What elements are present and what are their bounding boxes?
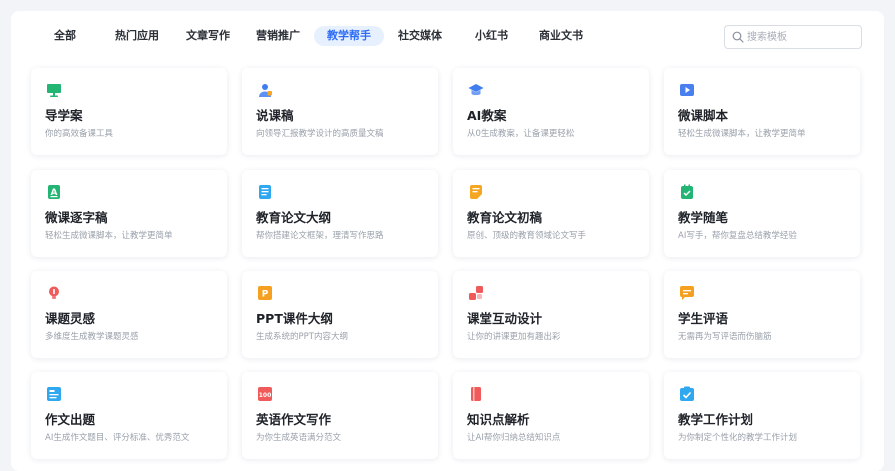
- template-card[interactable]: 课题灵感多维度生成教学课题灵感: [31, 271, 227, 358]
- card-description: 生成系统的PPT内容大纲: [256, 332, 348, 342]
- template-card[interactable]: 导学案你的高效备课工具: [31, 68, 227, 155]
- notebook-icon: [681, 184, 693, 199]
- presenter-icon: [259, 84, 272, 97]
- card-title: 微课逐字稿: [45, 210, 108, 225]
- card-title: 教育论文大纲: [256, 210, 332, 225]
- tab-marketing[interactable]: 营销推广: [243, 26, 313, 46]
- card-description: 从0生成教案，让备课更轻松: [467, 129, 575, 139]
- card-description: 无需再为写评语而伤脑筋: [678, 332, 772, 342]
- letter-a-doc-icon: A: [48, 185, 60, 199]
- template-card[interactable]: 课堂互动设计让你的讲课更加有趣出彩: [453, 271, 649, 358]
- tab-xiaohongshu[interactable]: 小红书: [462, 26, 521, 46]
- comment-icon: [680, 286, 694, 300]
- card-title: 知识点解析: [467, 412, 530, 427]
- card-title: 微课脚本: [678, 108, 729, 123]
- tab-social-media[interactable]: 社交媒体: [385, 26, 455, 46]
- svg-text:100: 100: [259, 392, 272, 399]
- ppt-icon: P: [258, 286, 272, 300]
- search-input[interactable]: [747, 26, 855, 48]
- card-description: 帮你搭建论文框架，理清写作思路: [256, 231, 384, 241]
- card-title: 课堂互动设计: [467, 311, 543, 326]
- template-panel: 全部 热门应用 文章写作 营销推广 教学帮手 社交媒体 小红书 商业文书 导学案…: [11, 11, 884, 471]
- template-card[interactable]: 知识点解析让AI帮你归纳总结知识点: [453, 372, 649, 459]
- card-description: 为你制定个性化的教学工作计划: [678, 433, 798, 443]
- card-description: AI生成作文题目、评分标准、优秀范文: [45, 433, 190, 443]
- card-description: AI写手，帮你复盘总结教学经验: [678, 231, 797, 241]
- card-title: 说课稿: [256, 108, 294, 123]
- template-card[interactable]: 教育论文大纲帮你搭建论文框架，理清写作思路: [242, 170, 438, 257]
- card-title: AI教案: [467, 108, 507, 123]
- interaction-blocks-icon: [469, 286, 483, 300]
- template-card[interactable]: 教学工作计划为你制定个性化的教学工作计划: [664, 372, 860, 459]
- card-title: 教育论文初稿: [467, 210, 543, 225]
- card-title: 作文出题: [45, 412, 96, 427]
- english-essay-icon: 100: [258, 387, 272, 401]
- svg-text:P: P: [262, 290, 269, 300]
- card-title: 教学随笔: [678, 210, 729, 225]
- search-box[interactable]: [724, 25, 862, 49]
- lightbulb-icon: [49, 286, 59, 299]
- document-edit-icon: [470, 185, 482, 199]
- checklist-icon: [680, 386, 694, 401]
- tab-teaching-assistant[interactable]: 教学帮手: [314, 26, 384, 46]
- template-card[interactable]: AI教案从0生成教案，让备课更轻松: [453, 68, 649, 155]
- tab-article-writing[interactable]: 文章写作: [173, 26, 243, 46]
- card-description: 轻松生成微课脚本，让教学更简单: [678, 129, 806, 139]
- card-description: 原创、顶级的教育领域论文写手: [467, 231, 587, 241]
- graduation-cap-icon: [468, 84, 484, 96]
- tab-popular-apps[interactable]: 热门应用: [102, 26, 172, 46]
- template-card[interactable]: 教学随笔 AI写手，帮你复盘总结教学经验: [664, 170, 860, 257]
- template-card[interactable]: 100 英语作文写作为你生成英语满分范文: [242, 372, 438, 459]
- card-description: 你的高效备课工具: [45, 129, 114, 139]
- template-card[interactable]: 微课脚本轻松生成微课脚本，让教学更简单: [664, 68, 860, 155]
- essay-topic-icon: [47, 387, 61, 401]
- card-title: PPT课件大纲: [256, 311, 333, 326]
- template-card[interactable]: A 微课逐字稿轻松生成微课脚本，让教学更简单: [31, 170, 227, 257]
- card-description: 让你的讲课更加有趣出彩: [467, 332, 561, 342]
- template-card[interactable]: 说课稿向领导汇报教学设计的高质量文稿: [242, 68, 438, 155]
- card-description: 为你生成英语满分范文: [256, 433, 342, 443]
- tab-all[interactable]: 全部: [41, 26, 89, 46]
- card-title: 教学工作计划: [678, 412, 754, 427]
- card-description: 向领导汇报教学设计的高质量文稿: [256, 129, 384, 139]
- card-description: 轻松生成微课脚本，让教学更简单: [45, 231, 173, 241]
- video-play-icon: [680, 84, 694, 96]
- tab-business-docs[interactable]: 商业文书: [526, 26, 596, 46]
- template-card[interactable]: 作文出题 AI生成作文题目、评分标准、优秀范文: [31, 372, 227, 459]
- template-card[interactable]: 学生评语无需再为写评语而伤脑筋: [664, 271, 860, 358]
- card-title: 学生评语: [678, 311, 729, 326]
- book-icon: [471, 387, 481, 401]
- card-description: 让AI帮你归纳总结知识点: [467, 433, 561, 443]
- template-card[interactable]: 教育论文初稿原创、顶级的教育领域论文写手: [453, 170, 649, 257]
- card-description: 多维度生成教学课题灵感: [45, 332, 139, 342]
- search-icon: [732, 31, 744, 43]
- document-list-icon: [259, 185, 271, 199]
- chalkboard-icon: [47, 84, 61, 97]
- card-title: 课题灵感: [45, 311, 96, 326]
- card-title: 导学案: [45, 108, 83, 123]
- card-title: 英语作文写作: [256, 412, 332, 427]
- template-card[interactable]: P PPT课件大纲生成系统的PPT内容大纲: [242, 271, 438, 358]
